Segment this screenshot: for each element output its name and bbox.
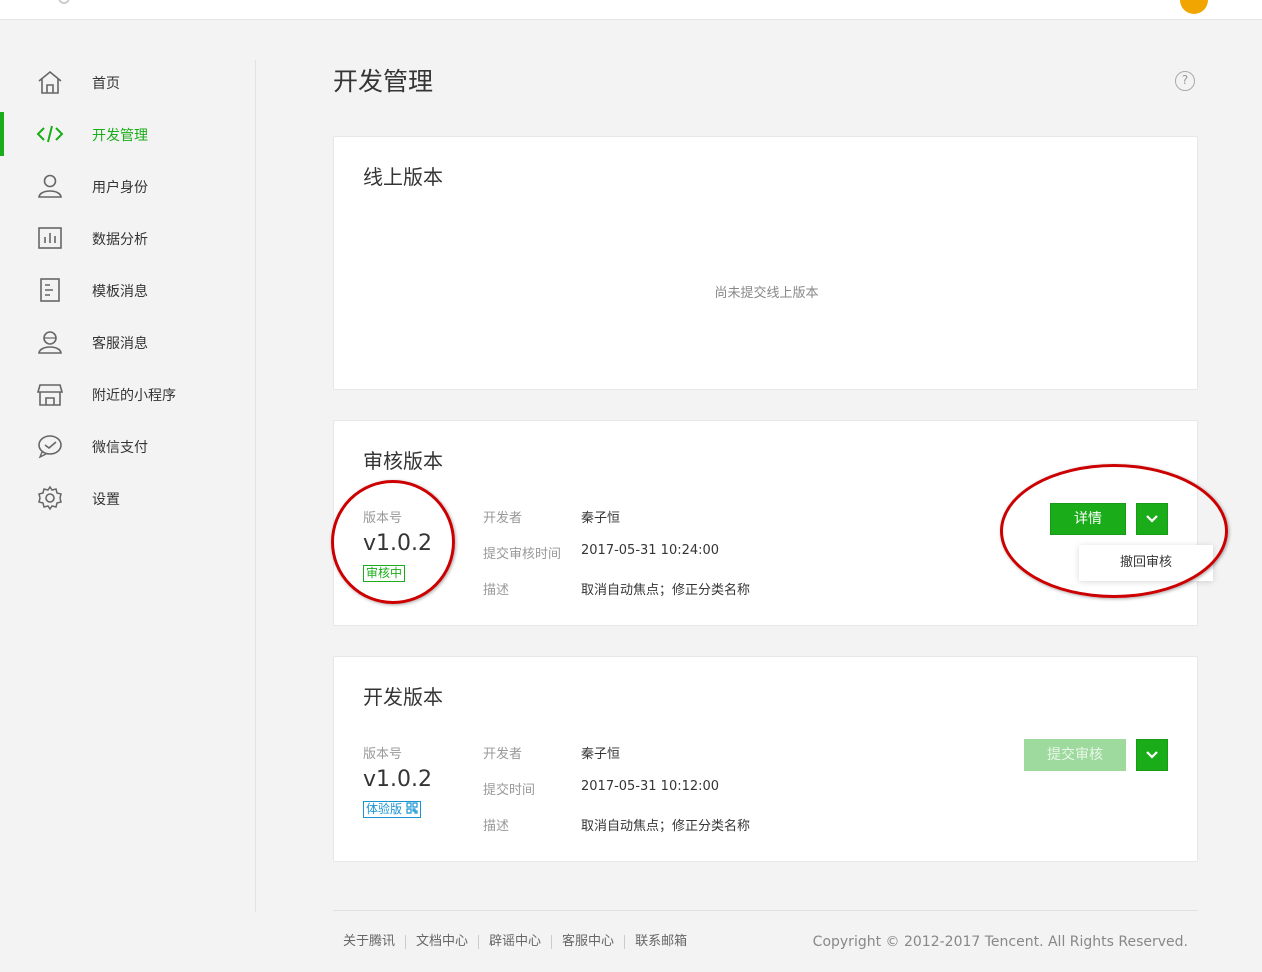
sidebar-item-home[interactable]: 首页 — [0, 60, 256, 104]
developer-value: 秦子恒 — [581, 747, 621, 762]
avatar[interactable] — [1180, 0, 1208, 14]
sidebar-item-nearby-miniprogram[interactable]: 附近的小程序 — [0, 372, 256, 416]
status-badge: 审核中 — [363, 565, 406, 582]
top-bar — [0, 0, 1262, 20]
submit-time-label: 提交时间 — [483, 783, 536, 798]
sidebar: 首页 开发管理 用户身份 数据分析 模板消息 客服消息 附近的小程序 微信支付 … — [0, 60, 256, 912]
trial-badge[interactable]: 体验版 — [363, 801, 421, 818]
developer-value: 秦子恒 — [581, 511, 621, 526]
sidebar-item-label: 用户身份 — [92, 180, 148, 196]
sidebar-item-label: 模板消息 — [92, 284, 148, 300]
sidebar-item-label: 开发管理 — [92, 128, 148, 144]
menu-item-withdraw-review[interactable]: 撤回审核 — [1079, 545, 1213, 581]
version-label: 版本号 — [363, 511, 403, 526]
store-icon — [36, 381, 64, 407]
payment-icon — [36, 433, 64, 459]
chevron-down-icon — [1146, 751, 1158, 759]
sidebar-item-wechat-pay[interactable]: 微信支付 — [0, 424, 256, 468]
submit-time-label: 提交审核时间 — [483, 547, 562, 562]
description-label: 描述 — [483, 819, 510, 834]
page-title: 开发管理 — [333, 67, 434, 96]
sidebar-item-user-identity[interactable]: 用户身份 — [0, 164, 256, 208]
dev-version-card: 开发版本 版本号 v1.0.2 体验版 开发者 秦子恒 提交时间 2017-05… — [333, 656, 1198, 862]
version-label: 版本号 — [363, 747, 403, 762]
active-indicator — [0, 112, 4, 156]
user-icon — [36, 173, 64, 199]
footer-link-about[interactable]: 关于腾讯 — [333, 935, 405, 949]
sidebar-item-label: 微信支付 — [92, 440, 148, 456]
sidebar-item-label: 首页 — [92, 76, 120, 92]
online-version-card: 线上版本 尚未提交线上版本 — [333, 136, 1198, 390]
dev-dropdown-button[interactable] — [1136, 739, 1168, 771]
description-value: 取消自动焦点；修正分类名称 — [581, 583, 751, 598]
help-icon[interactable]: ? — [1175, 71, 1195, 91]
customer-service-icon — [36, 329, 64, 355]
sidebar-item-label: 设置 — [92, 492, 120, 508]
review-dropdown-button[interactable] — [1136, 503, 1168, 535]
card-title: 线上版本 — [363, 165, 443, 189]
qr-code-icon[interactable] — [406, 802, 418, 814]
description-label: 描述 — [483, 583, 510, 598]
footer-link-rumor[interactable]: 辟谣中心 — [478, 935, 551, 949]
chevron-down-icon — [1146, 515, 1158, 523]
submit-time-value: 2017-05-31 10:24:00 — [581, 543, 720, 558]
submit-time-value: 2017-05-31 10:12:00 — [581, 779, 720, 794]
sidebar-item-template-message[interactable]: 模板消息 — [0, 268, 256, 312]
detail-button[interactable]: 详情 — [1050, 503, 1126, 535]
chart-icon — [36, 225, 64, 251]
version-number: v1.0.2 — [363, 767, 432, 792]
code-icon — [36, 121, 64, 147]
card-title: 审核版本 — [363, 449, 443, 473]
sidebar-item-label: 数据分析 — [92, 232, 148, 248]
card-title: 开发版本 — [363, 685, 443, 709]
sidebar-item-dev-management[interactable]: 开发管理 — [0, 112, 256, 156]
footer-link-docs[interactable]: 文档中心 — [405, 935, 478, 949]
sidebar-item-label: 附近的小程序 — [92, 388, 176, 404]
footer-link-support[interactable]: 客服中心 — [551, 935, 624, 949]
developer-label: 开发者 — [483, 747, 523, 762]
footer-divider — [333, 910, 1198, 911]
footer-links: 关于腾讯 文档中心 辟谣中心 客服中心 联系邮箱 — [333, 934, 697, 949]
home-icon — [36, 69, 64, 95]
document-icon — [36, 277, 64, 303]
empty-state-text: 尚未提交线上版本 — [714, 286, 819, 301]
sidebar-item-customer-message[interactable]: 客服消息 — [0, 320, 256, 364]
submit-review-button[interactable]: 提交审核 — [1024, 739, 1126, 771]
sidebar-item-label: 客服消息 — [92, 336, 148, 352]
developer-label: 开发者 — [483, 511, 523, 526]
sidebar-item-data-analysis[interactable]: 数据分析 — [0, 216, 256, 260]
footer-link-email[interactable]: 联系邮箱 — [624, 935, 697, 949]
logo-icon[interactable] — [58, 0, 70, 4]
copyright: Copyright © 2012-2017 Tencent. All Right… — [812, 934, 1188, 950]
review-version-card: 审核版本 版本号 v1.0.2 审核中 开发者 秦子恒 提交审核时间 2017-… — [333, 420, 1213, 626]
description-value: 取消自动焦点；修正分类名称 — [581, 819, 751, 834]
sidebar-item-settings[interactable]: 设置 — [0, 476, 256, 520]
version-number: v1.0.2 — [363, 531, 432, 556]
gear-icon — [36, 485, 64, 511]
badge-label: 体验版 — [366, 802, 403, 816]
